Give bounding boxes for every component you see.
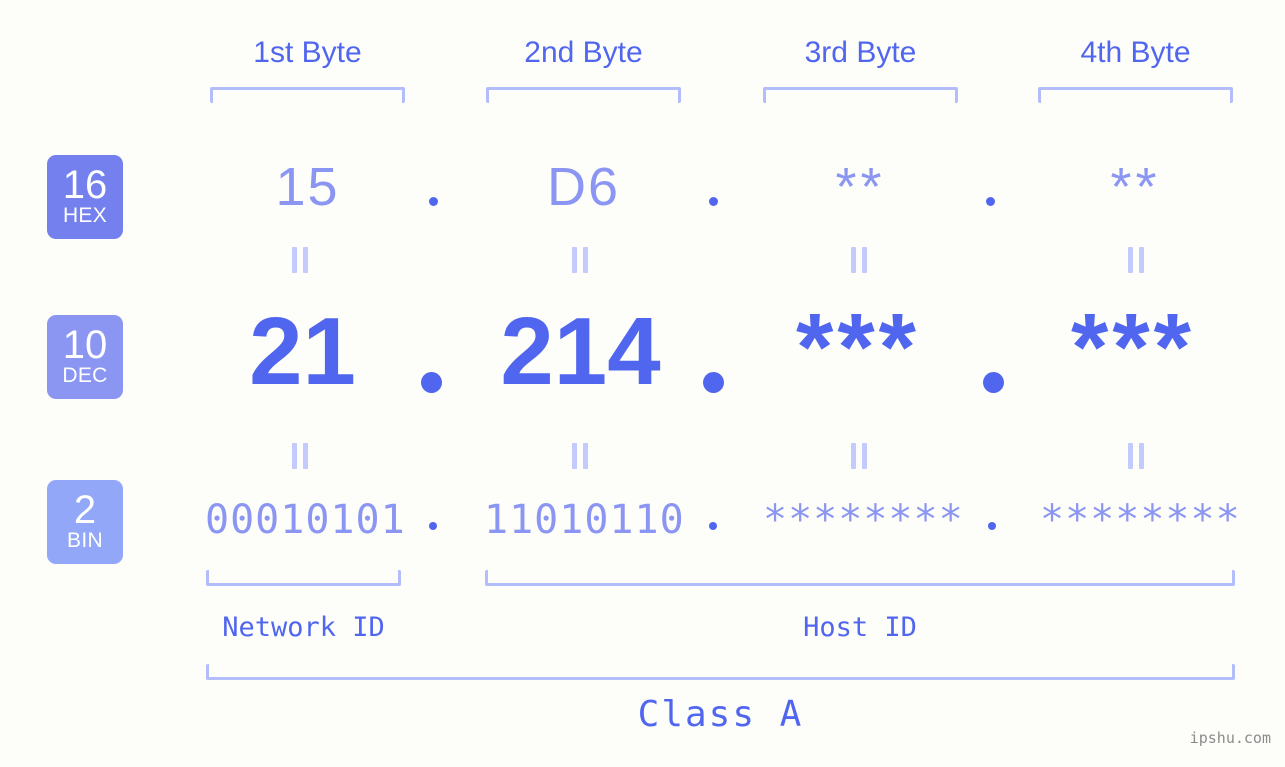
dec-byte-1: 21 bbox=[249, 298, 356, 405]
badge-dec-number: 10 bbox=[62, 323, 108, 367]
ip-address-breakdown-diagram: 1st Byte 2nd Byte 3rd Byte 4th Byte 16 H… bbox=[0, 0, 1285, 767]
network-id-label: Network ID bbox=[222, 612, 385, 643]
dec-separator-dot-2 bbox=[703, 372, 724, 393]
bin-separator-dot-2 bbox=[709, 522, 717, 530]
hex-byte-1: 15 bbox=[275, 157, 340, 217]
class-label: Class A bbox=[637, 694, 804, 735]
equals-mark-hex-dec-3 bbox=[851, 247, 867, 273]
bin-byte-1: 00010101 bbox=[205, 497, 406, 543]
badge-bin: 2 BIN bbox=[47, 480, 123, 564]
hex-byte-4: ** bbox=[1110, 157, 1161, 217]
equals-mark-hex-dec-1 bbox=[292, 247, 308, 273]
badge-hex-name: HEX bbox=[62, 204, 108, 227]
equals-mark-dec-bin-2 bbox=[572, 443, 588, 469]
badge-hex-number: 16 bbox=[62, 163, 108, 207]
byte-header-3: 3rd Byte bbox=[804, 36, 917, 69]
hex-separator-dot-3 bbox=[986, 197, 995, 206]
badge-hex: 16 HEX bbox=[47, 155, 123, 239]
dec-separator-dot-1 bbox=[421, 372, 442, 393]
byte-header-1: 1st Byte bbox=[253, 36, 362, 69]
byte-bracket-top-4 bbox=[1038, 87, 1233, 103]
byte-bracket-top-3 bbox=[763, 87, 958, 103]
badge-bin-name: BIN bbox=[67, 529, 103, 552]
dec-separator-dot-3 bbox=[983, 372, 1004, 393]
bin-byte-4: ******** bbox=[1040, 497, 1241, 543]
equals-mark-dec-bin-3 bbox=[851, 443, 867, 469]
hex-separator-dot-2 bbox=[709, 197, 718, 206]
host-id-label: Host ID bbox=[803, 612, 917, 643]
byte-header-2: 2nd Byte bbox=[524, 36, 643, 69]
badge-dec-name: DEC bbox=[62, 364, 108, 387]
dec-byte-4: *** bbox=[1070, 294, 1196, 401]
equals-mark-dec-bin-1 bbox=[292, 443, 308, 469]
dec-byte-2: 214 bbox=[500, 298, 661, 405]
equals-mark-hex-dec-2 bbox=[572, 247, 588, 273]
byte-bracket-top-2 bbox=[486, 87, 681, 103]
bin-byte-2: 11010110 bbox=[484, 497, 685, 543]
equals-mark-hex-dec-4 bbox=[1128, 247, 1144, 273]
equals-mark-dec-bin-4 bbox=[1128, 443, 1144, 469]
badge-dec: 10 DEC bbox=[47, 315, 123, 399]
hex-byte-2: D6 bbox=[546, 157, 621, 217]
dec-byte-3: *** bbox=[795, 294, 921, 401]
network-id-bracket bbox=[206, 570, 401, 586]
bin-separator-dot-1 bbox=[429, 522, 437, 530]
hex-separator-dot-1 bbox=[429, 197, 438, 206]
bin-separator-dot-3 bbox=[988, 522, 996, 530]
byte-header-4: 4th Byte bbox=[1080, 36, 1191, 69]
bin-byte-3: ******** bbox=[763, 497, 964, 543]
badge-bin-number: 2 bbox=[73, 488, 97, 532]
byte-bracket-top-1 bbox=[210, 87, 405, 103]
site-watermark: ipshu.com bbox=[1189, 729, 1271, 747]
hex-byte-3: ** bbox=[835, 157, 886, 217]
host-id-bracket bbox=[485, 570, 1235, 586]
class-bracket bbox=[206, 664, 1235, 680]
